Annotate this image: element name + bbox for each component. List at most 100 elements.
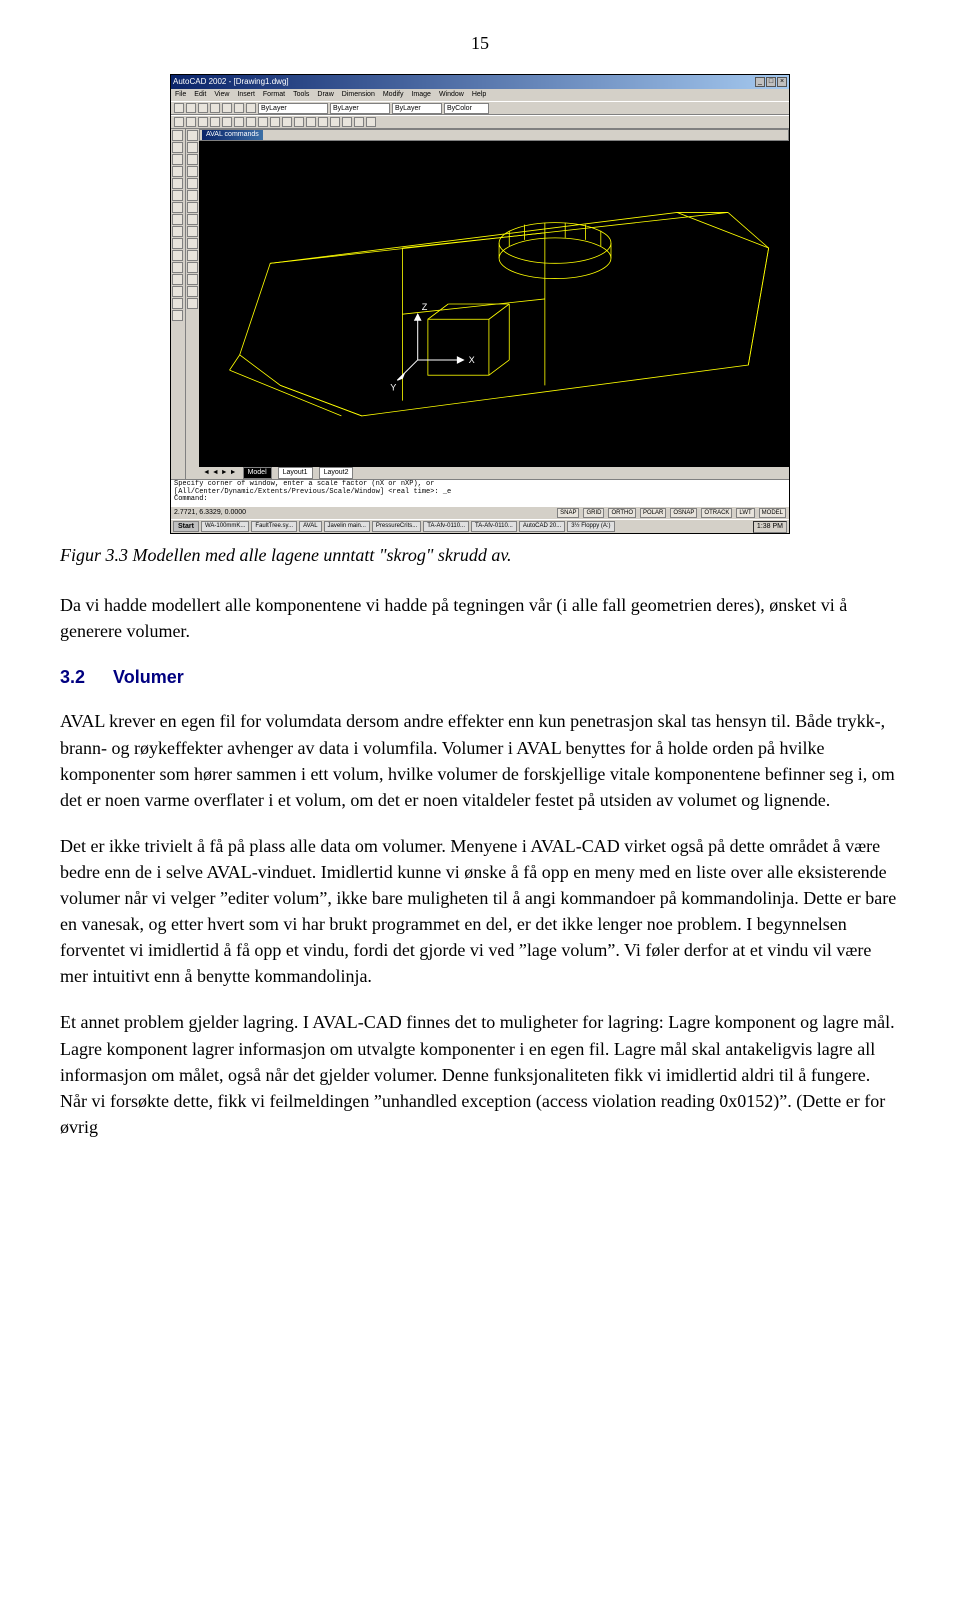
tab-layout2[interactable]: Layout2 (319, 467, 354, 479)
window-titlebar[interactable]: AutoCAD 2002 - [Drawing1.dwg] _ □ × (171, 75, 789, 89)
palette-icon[interactable] (172, 250, 183, 261)
palette-icon[interactable] (187, 286, 198, 297)
tool-icon[interactable] (198, 117, 208, 127)
toggle-osnap[interactable]: OSNAP (670, 508, 697, 519)
tool-icon[interactable] (174, 103, 184, 113)
tool-icon[interactable] (198, 103, 208, 113)
palette-icon[interactable] (172, 226, 183, 237)
taskbar-item[interactable]: AVAL (299, 521, 321, 532)
tool-icon[interactable] (246, 117, 256, 127)
start-button[interactable]: Start (173, 521, 199, 532)
drawing-canvas[interactable]: X Y Z (199, 141, 789, 467)
toggle-snap[interactable]: SNAP (557, 508, 579, 519)
toggle-model[interactable]: MODEL (759, 508, 786, 519)
taskbar-item[interactable]: TA-Afv-0110... (471, 521, 517, 532)
tool-icon[interactable] (330, 117, 340, 127)
tool-icon[interactable] (258, 117, 268, 127)
tool-icon[interactable] (210, 117, 220, 127)
palette-icon[interactable] (187, 178, 198, 189)
menu-image[interactable]: Image (411, 90, 430, 100)
menu-window[interactable]: Window (439, 90, 464, 100)
menu-draw[interactable]: Draw (317, 90, 333, 100)
menu-file[interactable]: File (175, 90, 186, 100)
palette-icon[interactable] (172, 286, 183, 297)
palette-icon[interactable] (172, 274, 183, 285)
taskbar-item[interactable]: PressureCrits... (372, 521, 421, 532)
tool-icon[interactable] (174, 117, 184, 127)
menu-insert[interactable]: Insert (237, 90, 255, 100)
toggle-otrack[interactable]: OTRACK (701, 508, 732, 519)
palette-icon[interactable] (172, 190, 183, 201)
menu-tools[interactable]: Tools (293, 90, 309, 100)
palette-icon[interactable] (172, 178, 183, 189)
toggle-ortho[interactable]: ORTHO (608, 508, 636, 519)
palette-icon[interactable] (187, 142, 198, 153)
palette-icon[interactable] (187, 238, 198, 249)
taskbar-item[interactable]: Javelin main... (324, 521, 370, 532)
close-icon[interactable]: × (777, 77, 787, 87)
palette-icon[interactable] (187, 130, 198, 141)
palette-icon[interactable] (172, 154, 183, 165)
palette-icon[interactable] (172, 202, 183, 213)
menu-help[interactable]: Help (472, 90, 486, 100)
palette-icon[interactable] (172, 214, 183, 225)
tool-icon[interactable] (306, 117, 316, 127)
tab-model[interactable]: Model (243, 467, 272, 479)
linetype-select[interactable]: ByLayer (330, 103, 390, 114)
aval-toolbar[interactable]: AVAL commands (199, 129, 789, 141)
maximize-icon[interactable]: □ (766, 77, 776, 87)
minimize-icon[interactable]: _ (755, 77, 765, 87)
toggle-grid[interactable]: GRID (583, 508, 604, 519)
taskbar-item[interactable]: WA-100mmK... (201, 521, 249, 532)
palette-icon[interactable] (187, 250, 198, 261)
tool-icon[interactable] (318, 117, 328, 127)
tool-icon[interactable] (366, 117, 376, 127)
tool-icon[interactable] (222, 103, 232, 113)
palette-icon[interactable] (187, 190, 198, 201)
taskbar-item[interactable]: 3½ Floppy (A:) (567, 521, 614, 532)
palette-icon[interactable] (187, 226, 198, 237)
lineweight-select[interactable]: ByLayer (392, 103, 442, 114)
tool-icon[interactable] (234, 103, 244, 113)
tool-icon[interactable] (354, 117, 364, 127)
palette-icon[interactable] (187, 166, 198, 177)
palette-icon[interactable] (187, 202, 198, 213)
tool-icon[interactable] (342, 117, 352, 127)
palette-icon[interactable] (187, 154, 198, 165)
tool-icon[interactable] (282, 117, 292, 127)
tool-icon[interactable] (186, 117, 196, 127)
menu-format[interactable]: Format (263, 90, 285, 100)
palette-icon[interactable] (172, 142, 183, 153)
palette-icon[interactable] (172, 298, 183, 309)
toggle-lwt[interactable]: LWT (736, 508, 754, 519)
palette-icon[interactable] (187, 262, 198, 273)
tool-icon[interactable] (210, 103, 220, 113)
tool-icon[interactable] (222, 117, 232, 127)
tool-icon[interactable] (186, 103, 196, 113)
tab-nav-arrows[interactable]: ◄ ◄ ► ► (203, 468, 237, 478)
palette-icon[interactable] (187, 274, 198, 285)
palette-icon[interactable] (172, 166, 183, 177)
palette-icon[interactable] (172, 238, 183, 249)
menu-dimension[interactable]: Dimension (342, 90, 375, 100)
taskbar-item[interactable]: AutoCAD 20... (519, 521, 565, 532)
command-line[interactable]: Specify corner of window, enter a scale … (171, 479, 789, 507)
menu-modify[interactable]: Modify (383, 90, 404, 100)
layer-select[interactable]: ByLayer (258, 103, 328, 114)
tool-icon[interactable] (246, 103, 256, 113)
palette-icon[interactable] (172, 130, 183, 141)
menu-edit[interactable]: Edit (194, 90, 206, 100)
tool-icon[interactable] (234, 117, 244, 127)
palette-icon[interactable] (187, 298, 198, 309)
taskbar-item[interactable]: FaultTree.sy... (251, 521, 297, 532)
palette-icon[interactable] (187, 214, 198, 225)
menu-view[interactable]: View (214, 90, 229, 100)
palette-icon[interactable] (172, 310, 183, 321)
tab-layout1[interactable]: Layout1 (278, 467, 313, 479)
palette-icon[interactable] (172, 262, 183, 273)
tool-icon[interactable] (294, 117, 304, 127)
color-select[interactable]: ByColor (444, 103, 489, 114)
tool-icon[interactable] (270, 117, 280, 127)
toggle-polar[interactable]: POLAR (640, 508, 666, 519)
taskbar-item[interactable]: TA-Afv-0110... (423, 521, 469, 532)
